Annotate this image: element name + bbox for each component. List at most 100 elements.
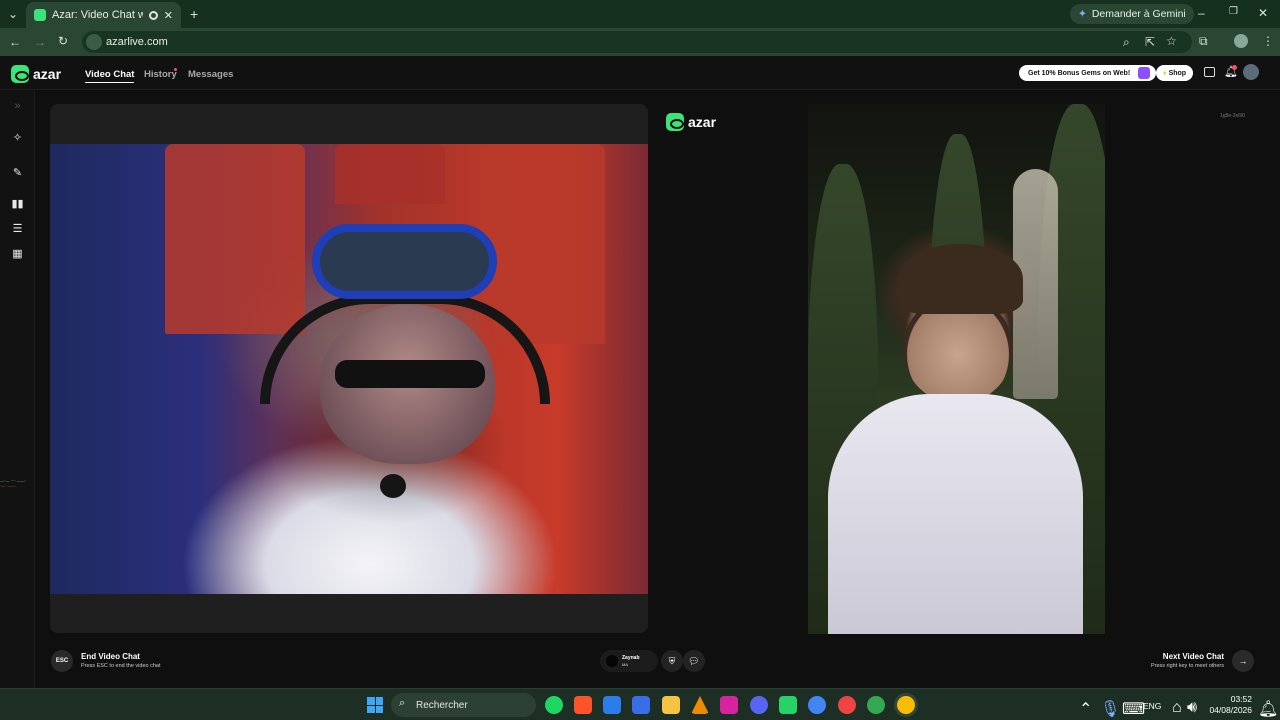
clock-date: 04/08/2026 <box>1209 705 1252 715</box>
menu-kebab-icon[interactable]: ⋮ <box>1262 35 1274 47</box>
file-explorer-icon[interactable] <box>662 696 680 714</box>
gemini-button[interactable]: ✦ Demander à Gemini <box>1070 4 1194 24</box>
partner-profile-chip[interactable]: Zaynab MA <box>600 650 658 672</box>
brave-icon[interactable] <box>574 696 592 714</box>
wall-jersey <box>335 144 445 204</box>
my-video-panel <box>50 104 648 633</box>
chrome-active-icon[interactable] <box>897 696 915 714</box>
spotify-icon[interactable] <box>545 696 563 714</box>
next-chat-hint: Press right key to meet others <box>1150 663 1224 669</box>
end-chat-hint: Press ESC to end the video chat <box>81 663 161 669</box>
clock-time: 03:52 <box>1230 694 1252 704</box>
start-button[interactable] <box>367 697 383 713</box>
address-bar-row: ← → ↻ azarlive.com ⌕ ⇱ ☆ ⧉ ⋮ <box>0 28 1280 56</box>
left-toolbar: » ✧ ✎ ▮▮ ☰ ▦ <box>0 91 35 688</box>
instagram-icon[interactable] <box>720 696 738 714</box>
bookmark-star-icon[interactable]: ☆ <box>1166 35 1177 47</box>
url-field[interactable]: azarlive.com <box>82 31 1192 53</box>
nav-history[interactable]: History <box>144 69 177 80</box>
chat-bubble-icon: 💬︎ <box>688 656 700 666</box>
azar-logo[interactable]: azar <box>11 65 61 83</box>
browser-tab-bar: ⌄ Azar: Video Chat with New ✕ + ✦ Demand… <box>0 0 1280 28</box>
tray-overflow-icon[interactable]: ⌃ <box>1079 699 1092 719</box>
site-info-icon[interactable] <box>86 34 102 50</box>
notifications-icon[interactable]: 🔔︎ <box>1258 699 1278 719</box>
sunglasses <box>335 360 485 388</box>
search-icon: ⌕ <box>399 697 406 709</box>
end-chat-info: End Video Chat Press ESC to end the vide… <box>81 652 161 669</box>
minimize-icon[interactable]: – <box>1198 7 1205 19</box>
back-icon[interactable]: ← <box>9 36 21 48</box>
azar-brand-text: azar <box>33 66 62 82</box>
url-text: azarlive.com <box>106 36 168 48</box>
keyboard-icon[interactable]: ⌨ <box>1122 699 1145 719</box>
taskbar-search[interactable]: ⌕ Rechercher <box>391 693 536 717</box>
chrome-profile-icon[interactable] <box>867 696 885 714</box>
maximize-icon[interactable]: ❐ <box>1229 7 1238 17</box>
partner-country: MA <box>622 662 628 667</box>
close-tab-icon[interactable]: ✕ <box>164 9 173 22</box>
bonus-gems-button[interactable]: Get 10% Bonus Gems on Web! <box>1019 65 1157 81</box>
end-chat-title: End Video Chat <box>81 652 140 661</box>
notification-badge <box>1232 65 1237 70</box>
arrow-right-icon: → <box>1238 656 1248 666</box>
layout-rows-icon[interactable]: ☰ <box>11 223 24 236</box>
layout-grid-icon[interactable]: ▦ <box>11 248 24 261</box>
chat-button[interactable]: 💬︎ <box>683 650 705 672</box>
wifi-icon[interactable]: ⌂ <box>1172 699 1182 717</box>
shop-button[interactable]: ♦ Shop <box>1156 65 1194 81</box>
new-tab-icon[interactable]: + <box>190 7 198 21</box>
taskbar-search-placeholder: Rechercher <box>416 699 468 711</box>
my-camera-feed <box>50 144 648 594</box>
nav-video-chat[interactable]: Video Chat <box>85 69 135 83</box>
close-window-icon[interactable]: ✕ <box>1258 7 1268 19</box>
collapse-icon[interactable]: » <box>11 100 24 113</box>
shop-label: Shop <box>1168 69 1187 77</box>
next-chat-info: Next Video Chat Press right key to meet … <box>1138 652 1224 669</box>
next-chat-title: Next Video Chat <box>1162 652 1224 661</box>
whatsapp-icon[interactable] <box>779 696 797 714</box>
recording-icon <box>148 10 158 20</box>
inbox-icon[interactable] <box>1204 67 1215 77</box>
edge-overlay-text: —·— ···· ——· ·—· —— <box>0 478 26 488</box>
tab-list-icon[interactable]: ⌄ <box>8 8 18 20</box>
windows-logo-icon <box>367 697 375 705</box>
extensions-icon[interactable]: ⧉ <box>1199 35 1208 47</box>
microphone-icon[interactable]: 🎙︎ <box>1100 699 1120 719</box>
zoom-icon[interactable]: ⌕ <box>1123 36 1130 48</box>
azar-header: azar Video Chat History Messages Get 10%… <box>0 56 1280 90</box>
azar-watermark-logo: azar <box>666 113 716 131</box>
history-badge <box>174 68 177 71</box>
end-chat-button[interactable]: ESC <box>51 650 73 672</box>
browser-tab[interactable]: Azar: Video Chat with New ✕ <box>26 2 181 28</box>
store-icon[interactable] <box>632 696 650 714</box>
nav-messages[interactable]: Messages <box>188 69 233 80</box>
chrome-icon[interactable] <box>808 696 826 714</box>
reload-icon[interactable]: ↻ <box>58 35 68 47</box>
vlc-icon[interactable] <box>691 696 709 714</box>
magic-wand-icon[interactable]: ✧ <box>11 132 24 145</box>
azar-logo-icon <box>11 65 29 83</box>
headset-mic <box>380 474 406 498</box>
volume-icon[interactable]: 🔊︎ <box>1187 699 1197 717</box>
windows-taskbar: ⌕ Rechercher ⌃ 🎙︎ ⌨ ENG ⌂ 🔊︎ 03:52 04/08… <box>0 688 1280 720</box>
install-app-icon[interactable]: ⇱ <box>1145 36 1155 48</box>
user-avatar[interactable] <box>1243 64 1259 80</box>
defender-icon[interactable] <box>603 696 621 714</box>
language-indicator[interactable]: ENG <box>1143 701 1161 711</box>
clock[interactable]: 03:52 04/08/2026 <box>1208 694 1252 716</box>
profile-avatar[interactable] <box>1234 34 1248 48</box>
azar-watermark-text: azar <box>688 114 717 130</box>
partner-id: 1g8e-3s6t0 <box>1220 113 1246 119</box>
tab-title: Azar: Video Chat with New <box>52 9 143 21</box>
azar-logo-icon <box>666 113 684 131</box>
next-chat-button[interactable]: → <box>1232 650 1254 672</box>
edit-icon[interactable]: ✎ <box>11 167 24 180</box>
forward-icon[interactable]: → <box>34 36 46 48</box>
goggles <box>312 224 497 299</box>
partner-avatar <box>606 655 618 667</box>
chrome-canary-icon[interactable] <box>838 696 856 714</box>
layout-columns-icon[interactable]: ▮▮ <box>11 198 24 211</box>
report-button[interactable]: ⛨ <box>661 650 683 672</box>
discord-icon[interactable] <box>750 696 768 714</box>
